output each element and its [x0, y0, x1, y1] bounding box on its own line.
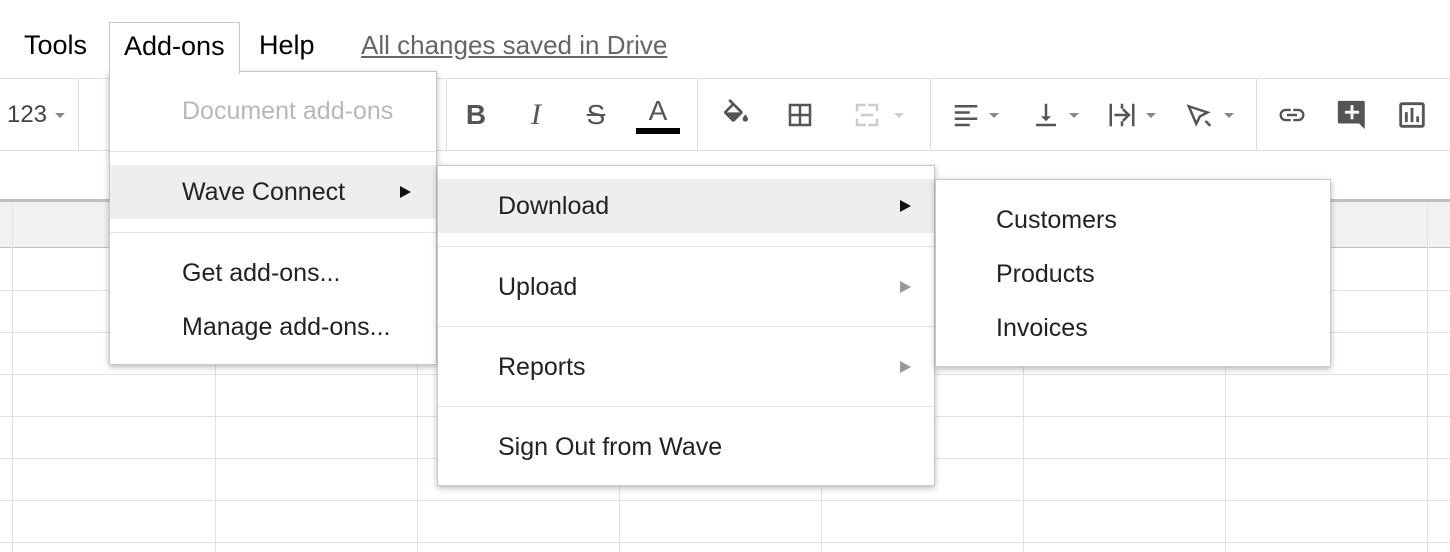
menu-divider — [438, 326, 934, 327]
menu-item-label: Document add-ons — [182, 96, 394, 125]
menu-item-label: Download — [498, 191, 610, 220]
italic-icon: I — [531, 98, 541, 131]
menu-item-customers[interactable]: Customers — [936, 195, 1330, 245]
strikethrough-icon: S — [586, 99, 606, 130]
menu-item-label: Wave Connect — [182, 177, 346, 206]
wave-connect-submenu: Download Upload Reports Sign Out from Wa… — [437, 165, 935, 486]
chevron-down-icon — [55, 112, 66, 118]
text-color-button[interactable]: A — [634, 79, 682, 151]
fill-color-icon — [723, 99, 748, 122]
menu-item-label: Get add-ons... — [182, 258, 341, 287]
chevron-down-icon — [1224, 112, 1234, 118]
toolbar-divider — [78, 79, 79, 151]
insert-link-button[interactable] — [1270, 79, 1314, 151]
submenu-arrow-icon — [900, 200, 911, 212]
text-rotate-icon — [1186, 104, 1212, 127]
save-status-link[interactable]: All changes saved in Drive — [361, 30, 667, 60]
addons-menu: Document add-ons Wave Connect Get add-on… — [109, 71, 437, 365]
insert-comment-icon — [1337, 100, 1365, 130]
insert-chart-button[interactable] — [1390, 79, 1434, 151]
menu-item-sign-out[interactable]: Sign Out from Wave — [438, 420, 934, 474]
menu-addons[interactable]: Add-ons — [109, 22, 240, 74]
submenu-arrow-icon — [400, 186, 411, 198]
insert-link-icon — [1279, 108, 1305, 122]
menu-divider — [438, 246, 934, 247]
borders-button[interactable] — [780, 79, 820, 151]
menu-item-upload[interactable]: Upload — [438, 260, 934, 314]
text-wrap-button[interactable] — [1100, 79, 1162, 151]
toolbar-divider — [697, 79, 698, 151]
menu-divider — [438, 406, 934, 407]
bold-button[interactable]: B — [456, 79, 496, 151]
toolbar-divider — [1256, 79, 1257, 151]
borders-icon — [788, 103, 812, 127]
align-vertical-button[interactable] — [1024, 79, 1086, 151]
merge-cells-icon — [855, 103, 879, 127]
italic-button[interactable]: I — [516, 79, 556, 151]
menu-tools[interactable]: Tools — [10, 22, 101, 72]
merge-cells-button[interactable] — [842, 79, 912, 151]
text-rotate-button[interactable] — [1178, 79, 1240, 151]
align-vertical-icon — [1036, 103, 1056, 127]
menu-bar: Tools Add-ons Help All changes saved in … — [0, 0, 1450, 78]
menu-header-document-addons: Document add-ons — [110, 90, 436, 132]
insert-comment-button[interactable] — [1330, 79, 1374, 151]
bold-icon: B — [465, 99, 487, 130]
menu-item-label: Invoices — [996, 313, 1088, 342]
text-color-icon: A — [648, 95, 668, 126]
menu-divider — [110, 151, 436, 152]
number-format-label: 123 — [6, 101, 48, 128]
text-color-bar — [636, 128, 680, 134]
submenu-arrow-icon — [900, 361, 911, 373]
toolbar-divider — [446, 79, 447, 151]
chevron-down-icon — [894, 112, 904, 118]
grid-line — [0, 500, 1450, 501]
align-horizontal-icon — [954, 105, 978, 127]
menu-item-products[interactable]: Products — [936, 249, 1330, 299]
fill-color-button[interactable] — [716, 79, 756, 151]
menu-item-manage-addons[interactable]: Manage add-ons... — [110, 304, 436, 350]
align-horizontal-button[interactable] — [944, 79, 1006, 151]
menu-item-invoices[interactable]: Invoices — [936, 303, 1330, 353]
menu-item-label: Reports — [498, 352, 586, 381]
menu-item-label: Sign Out from Wave — [498, 432, 723, 461]
download-submenu: Customers Products Invoices — [935, 179, 1331, 367]
menu-divider — [110, 232, 436, 233]
insert-chart-icon — [1399, 102, 1425, 128]
toolbar-divider — [930, 79, 931, 151]
menu-item-label: Upload — [498, 272, 578, 301]
submenu-arrow-icon — [900, 281, 911, 293]
menu-item-wave-connect[interactable]: Wave Connect — [110, 165, 436, 219]
menu-item-get-addons[interactable]: Get add-ons... — [110, 250, 436, 296]
menu-item-label: Manage add-ons... — [182, 312, 391, 341]
menu-item-label: Customers — [996, 205, 1117, 234]
chevron-down-icon — [1069, 112, 1079, 118]
menu-help[interactable]: Help — [245, 22, 329, 72]
text-wrap-icon — [1109, 103, 1135, 127]
number-format-dropdown[interactable]: 123 — [0, 79, 72, 151]
strikethrough-button[interactable]: S — [576, 79, 616, 151]
menu-item-label: Products — [996, 259, 1095, 288]
chevron-down-icon — [989, 112, 999, 118]
grid-line — [0, 542, 1450, 543]
menu-item-reports[interactable]: Reports — [438, 340, 934, 394]
chevron-down-icon — [1146, 112, 1156, 118]
menu-item-download[interactable]: Download — [438, 179, 934, 233]
